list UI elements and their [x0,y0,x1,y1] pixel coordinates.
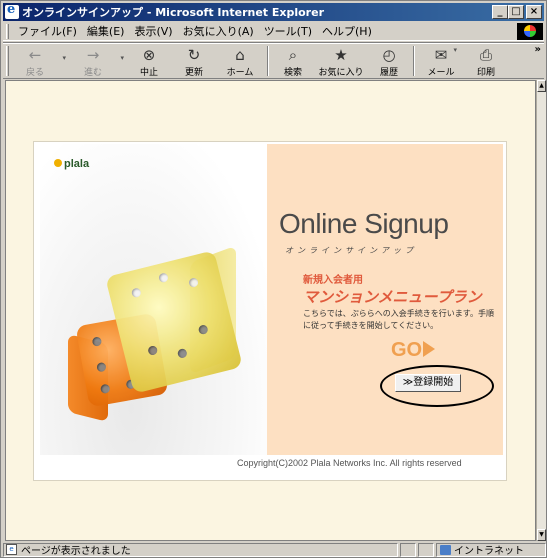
signup-description: こちらでは、ぷららへの入会手続きを行います。手順に従って手続きを開始してください… [303,309,494,330]
back-label: 戻る [25,67,44,78]
history-label: 履歴 [379,67,398,78]
stop-button[interactable]: ⊗ 中止 [127,44,171,78]
go-arrow-icon [423,341,436,357]
menu-grip[interactable] [6,23,9,39]
search-icon: ⌕ [288,45,298,64]
home-icon: ⌂ [235,45,245,64]
toolbar-more-button[interactable]: » [535,44,541,55]
copyright-text: Copyright(C)2002 Plala Networks Inc. All… [237,458,462,468]
forward-button[interactable]: → 進む ▾ [71,44,124,78]
intranet-zone-icon [440,544,451,555]
refresh-button[interactable]: ↻ 更新 [171,44,217,78]
menu-file[interactable]: ファイル(F) [13,23,82,39]
search-label: 検索 [283,67,302,78]
plan-name: マンションメニュープラン [303,288,482,306]
toolbar-separator [413,45,415,76]
refresh-label: 更新 [184,67,203,78]
new-member-label: 新規入会者用 [303,275,363,286]
go-graphic: GO [391,339,436,362]
status-progress-cell [400,542,416,557]
ie-app-icon[interactable] [5,2,19,19]
mail-label: メール [427,67,455,78]
minimize-button[interactable]: _ [492,5,508,19]
title-bar[interactable]: オンラインサインアップ - Microsoft Internet Explore… [3,2,544,21]
plala-logo-text: plala [64,158,90,170]
signup-card: plala Online Signup オンラインサインアップ 新規入会者用 マ… [33,141,507,481]
back-button[interactable]: ← 戻る ▾ [13,44,66,78]
forward-arrow-icon: → [86,45,100,64]
search-button[interactable]: ⌕ 検索 [273,44,313,78]
ie-throbber-icon [517,22,543,40]
dice-photo: plala [40,144,267,455]
status-zone-area: イントラネット [436,542,546,557]
favorites-icon: ★ [334,45,348,64]
status-message: ページが表示されました [21,546,131,557]
plala-logo[interactable]: plala [54,158,89,170]
menu-favorites[interactable]: お気に入り(A) [178,23,259,39]
go-text: GO [391,339,423,361]
menu-help[interactable]: ヘルプ(H) [317,23,377,39]
vertical-scrollbar[interactable]: ▲ ▼ [536,80,546,541]
menu-edit[interactable]: 編集(E) [82,23,130,39]
standard-toolbar: ← 戻る ▾ → 進む ▾ ⊗ 中止 ↻ 更新 ⌂ ホーム ⌕ 検索 ★ お気に… [3,42,544,79]
menu-tools[interactable]: ツール(T) [259,23,317,39]
back-arrow-icon: ← [28,45,42,64]
print-icon: ⎙ [479,45,492,64]
mail-dropdown-icon[interactable]: ▾ [453,46,457,54]
page-done-icon: e [6,544,17,555]
browser-window: オンラインサインアップ - Microsoft Internet Explore… [0,0,547,558]
history-icon: ◴ [382,45,396,64]
mail-icon: ✉ [434,45,448,64]
toolbar-separator [267,45,269,76]
home-label: ホーム [226,67,254,78]
favorites-label: お気に入り [318,67,364,78]
scroll-up-button[interactable]: ▲ [537,80,546,92]
maximize-button[interactable]: □ [508,5,524,19]
toolbar-grip[interactable] [6,45,9,76]
history-button[interactable]: ◴ 履歴 [369,44,409,78]
window-title: オンラインサインアップ - Microsoft Internet Explore… [22,6,324,19]
forward-label: 進む [83,67,102,78]
status-security-cell [418,542,434,557]
online-signup-heading: Online Signup [279,208,449,239]
scroll-down-button[interactable]: ▼ [537,529,546,541]
page-content: plala Online Signup オンラインサインアップ 新規入会者用 マ… [5,80,536,541]
window-controls: _ □ × [492,5,542,19]
back-dropdown-icon[interactable]: ▾ [62,54,66,62]
print-label: 印刷 [476,67,495,78]
print-button[interactable]: ⎙ 印刷 [463,44,509,78]
start-registration-button[interactable]: ≫登録開始 [395,374,461,392]
status-bar: e ページが表示されました イントラネット [3,542,546,557]
menu-view[interactable]: 表示(V) [129,23,177,39]
plala-logo-icon [54,159,62,167]
stop-icon: ⊗ [142,45,156,64]
status-zone-label: イントラネット [454,546,524,557]
status-message-area: e ページが表示されました [3,542,398,557]
stop-label: 中止 [139,67,158,78]
close-button[interactable]: × [526,5,542,19]
refresh-icon: ↻ [187,45,201,64]
home-button[interactable]: ⌂ ホーム [217,44,263,78]
online-signup-kana: オンラインサインアップ [285,246,417,255]
menu-bar: ファイル(F) 編集(E) 表示(V) お気に入り(A) ツール(T) ヘルプ(… [3,22,544,41]
forward-dropdown-icon[interactable]: ▾ [120,54,124,62]
favorites-button[interactable]: ★ お気に入り [313,44,369,78]
mail-button[interactable]: ✉ メール ▾ [419,44,463,78]
signup-panel: Online Signup オンラインサインアップ 新規入会者用 マンションメニ… [267,144,503,455]
